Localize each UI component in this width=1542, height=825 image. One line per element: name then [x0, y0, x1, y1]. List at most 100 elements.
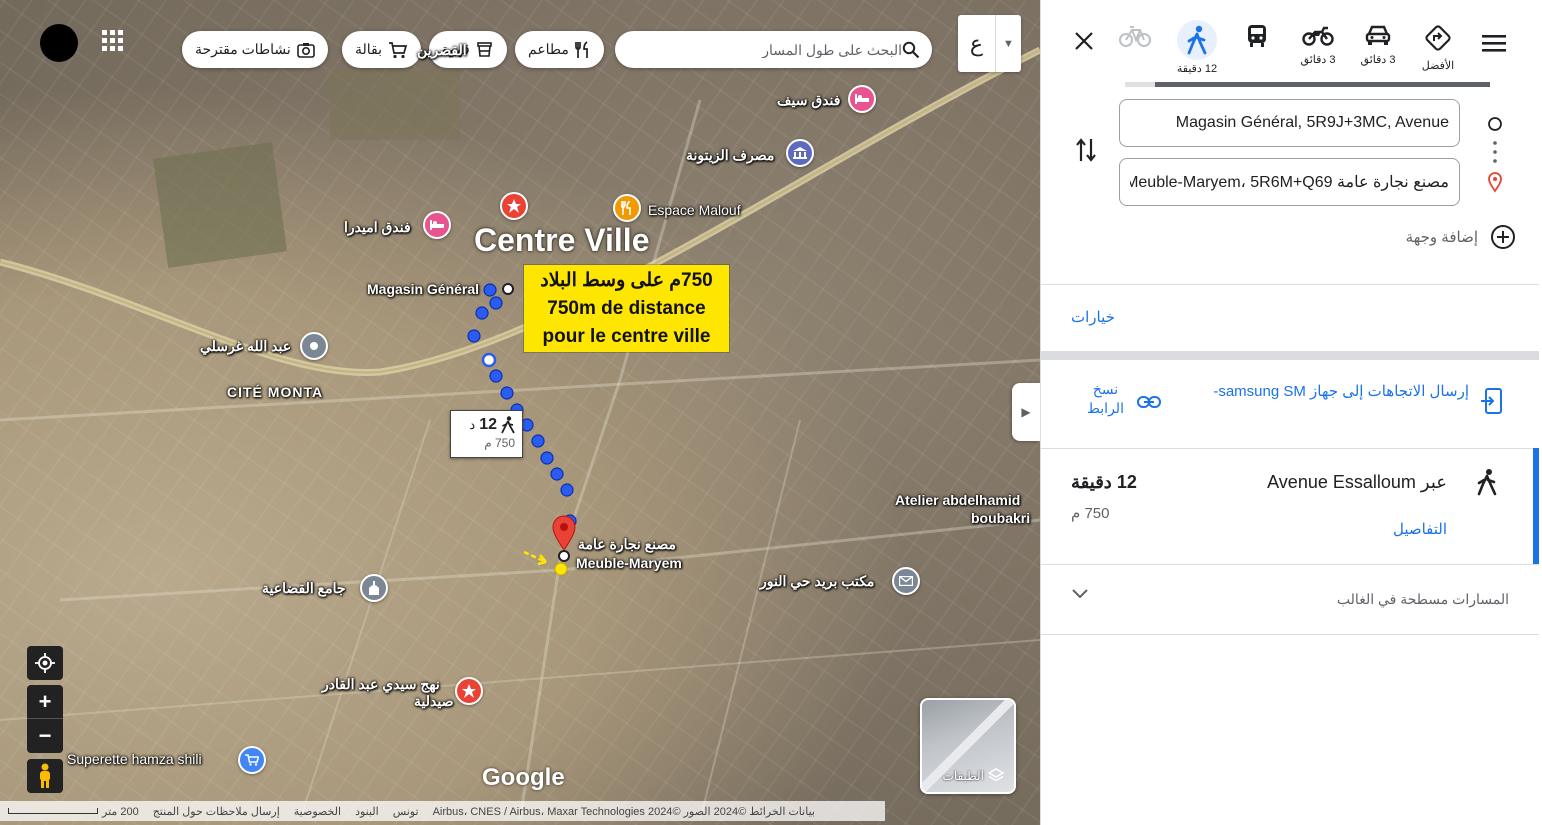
- place-label-pharmacy-line1[interactable]: نهج سيدي عبد القادر: [322, 676, 440, 693]
- area-label-cite-monta: CITÉ MONTA: [227, 384, 324, 400]
- place-label-atelier-line2[interactable]: boubakri: [971, 510, 1030, 526]
- mode-bike[interactable]: [1111, 24, 1159, 55]
- alternate-routes-row[interactable]: المسارات مسطحة في الغالب: [1041, 564, 1539, 635]
- add-circle-icon: [1491, 225, 1515, 249]
- hotel-icon[interactable]: [423, 211, 451, 239]
- footer-terms-link[interactable]: البنود: [355, 805, 379, 818]
- close-directions-button[interactable]: [1073, 30, 1095, 57]
- send-to-device-button[interactable]: [1481, 388, 1503, 419]
- place-pin-icon[interactable]: [300, 332, 328, 360]
- place-label-magasin-general[interactable]: Magasin Général: [367, 281, 479, 297]
- map-canvas[interactable]: نشاطات مقترحة بقالة قهوة مطاعم ع ▼ فندق …: [0, 0, 1040, 825]
- place-label-destination-fr[interactable]: Meuble-Maryem: [576, 555, 682, 571]
- search-along-route-input[interactable]: [627, 41, 902, 58]
- scale-bar[interactable]: 200 متر: [8, 805, 139, 818]
- apps-grid-icon[interactable]: [102, 30, 124, 52]
- mode-best[interactable]: الأفضل: [1414, 24, 1462, 72]
- route-callout[interactable]: 12 د 750 م: [450, 410, 523, 458]
- add-destination-label: إضافة وجهة: [1405, 229, 1478, 246]
- origin-marker[interactable]: [502, 283, 514, 295]
- annotation-line1: 750م على وسط البلاد: [540, 270, 713, 291]
- place-label-mosque[interactable]: جامع القضاعية: [262, 580, 346, 597]
- map-footer: بيانات الخرائط ©2024 الصور ©2024 Airbus،…: [0, 801, 885, 821]
- shopping-cart-poi-icon[interactable]: [238, 746, 266, 774]
- travel-modes-bar: 12 دقيقة 3 دقائق 3 دقائق الأفضل: [1041, 0, 1541, 88]
- main-menu-button[interactable]: [1482, 33, 1506, 58]
- street-view-pegman[interactable]: [27, 759, 63, 793]
- search-icon[interactable]: [902, 41, 920, 59]
- bicycle-icon: [1119, 26, 1151, 47]
- footer-feedback-link[interactable]: إرسال ملاحظات حول المنتج: [153, 805, 280, 818]
- place-label-bank-zitouna[interactable]: مصرف الزيتونة: [686, 147, 774, 164]
- place-label-superette[interactable]: Superette hamza shili: [67, 751, 202, 767]
- hotel-icon[interactable]: [848, 85, 876, 113]
- mode-walk[interactable]: 12 دقيقة: [1173, 20, 1221, 75]
- route-details-link[interactable]: التفاصيل: [1393, 520, 1447, 538]
- alternate-routes-label: المسارات مسطحة في الغالب: [1336, 591, 1509, 607]
- crosshair-icon: [35, 653, 55, 673]
- annotation-line2: 750m de distance: [547, 298, 706, 319]
- layers-toggle[interactable]: الطبقات: [920, 698, 1016, 794]
- link-icon[interactable]: [1137, 395, 1161, 409]
- mode-transit[interactable]: [1233, 24, 1281, 55]
- yellow-marker: [554, 562, 568, 576]
- collapse-panel-button[interactable]: ▶: [1012, 383, 1040, 441]
- motorcycle-icon: [1302, 26, 1334, 46]
- footer-privacy-link[interactable]: الخصوصية: [294, 805, 341, 818]
- mode-progress-fill: [1155, 82, 1490, 87]
- destination-input[interactable]: [1119, 158, 1460, 206]
- mode-motorcycle[interactable]: 3 دقائق: [1294, 24, 1342, 66]
- landmark-icon[interactable]: [500, 192, 528, 220]
- place-label-post-office[interactable]: مكتب بريد حي النور: [760, 573, 874, 590]
- origin-input[interactable]: [1119, 99, 1460, 147]
- area-label-centre-ville: Centre Ville: [474, 222, 650, 258]
- route-option-card[interactable]: عبر Avenue Essalloum 12 دقيقة 750 م التف…: [1041, 448, 1539, 564]
- zoom-in-button[interactable]: +: [27, 685, 63, 719]
- route-callout-unit: د: [469, 417, 476, 432]
- mode-best-label: الأفضل: [1421, 60, 1455, 72]
- place-label-destination-ar[interactable]: مصنع نجارة عامة: [578, 536, 676, 553]
- chip-label: مطاعم: [528, 41, 569, 57]
- search-along-route-box[interactable]: [615, 31, 932, 68]
- options-link[interactable]: خيارات: [1071, 308, 1115, 326]
- chip-restaurants[interactable]: مطاعم: [515, 31, 604, 68]
- chevron-down-icon[interactable]: [1071, 587, 1089, 605]
- send-directions-link[interactable]: إرسال الاتجاهات إلى جهاز samsung SM-: [1213, 382, 1469, 400]
- restaurant-poi-icon[interactable]: [613, 194, 641, 222]
- swap-locations-button[interactable]: [1075, 137, 1097, 168]
- place-label-pharmacy-line2[interactable]: صيدلية: [414, 693, 453, 710]
- footer-tunisia-link[interactable]: تونس: [393, 805, 419, 818]
- divider: [1041, 284, 1539, 285]
- route-callout-time: 12: [479, 416, 497, 433]
- pegman-icon: [40, 763, 50, 788]
- post-office-icon[interactable]: [892, 567, 920, 595]
- my-location-button[interactable]: [27, 646, 63, 680]
- place-label-atelier-line1[interactable]: Atelier abdelhamid: [895, 492, 1020, 508]
- scale-label: 200 متر: [102, 805, 139, 818]
- hamburger-menu-icon: [1482, 35, 1506, 52]
- place-label-hotel-seif[interactable]: فندق سيف: [777, 92, 840, 109]
- place-label-qasrin: القصرين: [417, 42, 467, 58]
- add-destination-button[interactable]: إضافة وجهة: [1406, 224, 1516, 250]
- car-icon: [1365, 25, 1391, 45]
- zoom-out-button[interactable]: −: [27, 719, 63, 753]
- bank-icon[interactable]: [786, 139, 814, 167]
- pharmacy-icon[interactable]: [455, 677, 483, 705]
- chip-suggested-activities[interactable]: نشاطات مقترحة: [182, 31, 328, 68]
- place-label-abdallah[interactable]: عبد الله غرسلي: [200, 338, 291, 355]
- copy-link-button[interactable]: نسخ الرابط: [1087, 380, 1124, 418]
- place-label-espace-malouf[interactable]: Espace Malouf: [648, 202, 741, 218]
- chevron-right-icon: ▶: [1021, 405, 1031, 419]
- place-label-hotel-amidra[interactable]: فندق اميدرا: [344, 219, 411, 236]
- destination-pin[interactable]: [552, 515, 576, 562]
- mode-car[interactable]: 3 دقائق: [1354, 24, 1402, 66]
- chip-grocery[interactable]: بقالة: [342, 31, 422, 68]
- google-logo: Google: [482, 764, 565, 791]
- route-via: عبر Avenue Essalloum: [1267, 472, 1447, 492]
- mosque-icon[interactable]: [360, 574, 388, 602]
- copy-link-line1: نسخ: [1092, 381, 1119, 397]
- annotation-line3: pour le centre ville: [542, 326, 711, 347]
- account-avatar[interactable]: [40, 24, 78, 62]
- walking-icon: [1187, 25, 1207, 55]
- language-selector[interactable]: ع ▼: [958, 15, 1021, 72]
